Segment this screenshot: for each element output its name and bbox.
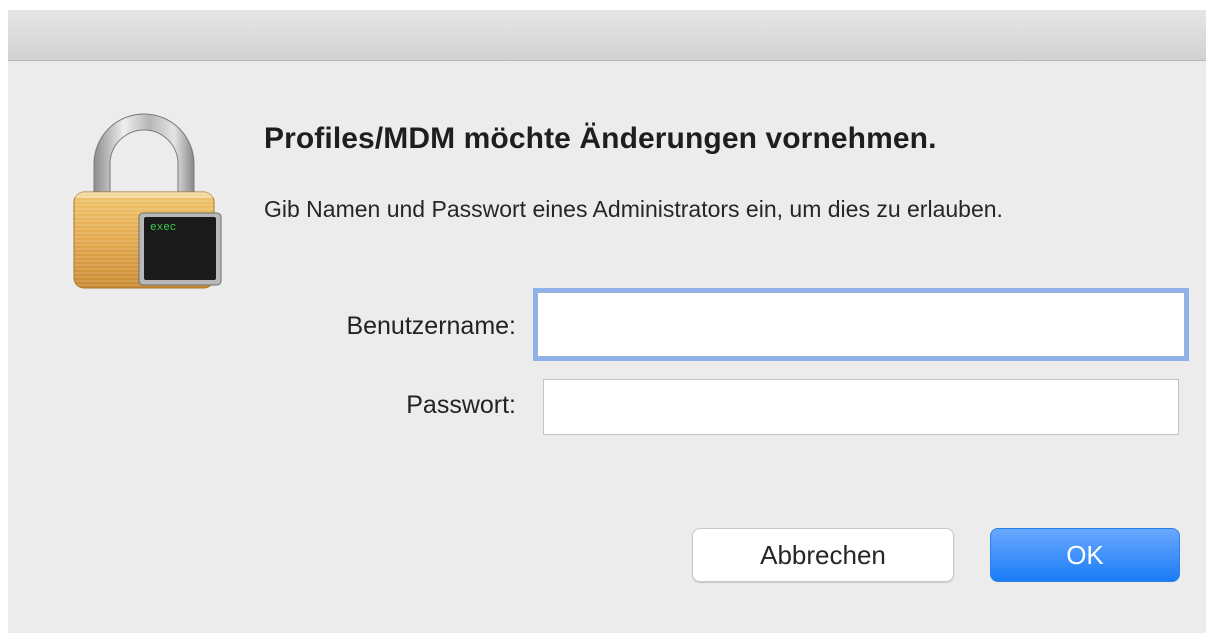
password-input[interactable] — [543, 379, 1179, 435]
username-input[interactable] — [537, 292, 1185, 357]
ok-button[interactable]: OK — [990, 528, 1180, 582]
title-bar[interactable] — [8, 10, 1206, 61]
dialog-headline: Profiles/MDM möchte Änderungen vornehmen… — [264, 122, 937, 155]
cancel-button[interactable]: Abbrechen — [692, 528, 954, 582]
exec-terminal-icon: exec — [138, 212, 222, 286]
exec-badge-text: exec — [150, 222, 176, 234]
password-label: Passwort: — [406, 391, 516, 419]
dialog-message: Gib Namen und Passwort eines Administrat… — [264, 196, 1003, 222]
username-label: Benutzername: — [346, 312, 516, 340]
